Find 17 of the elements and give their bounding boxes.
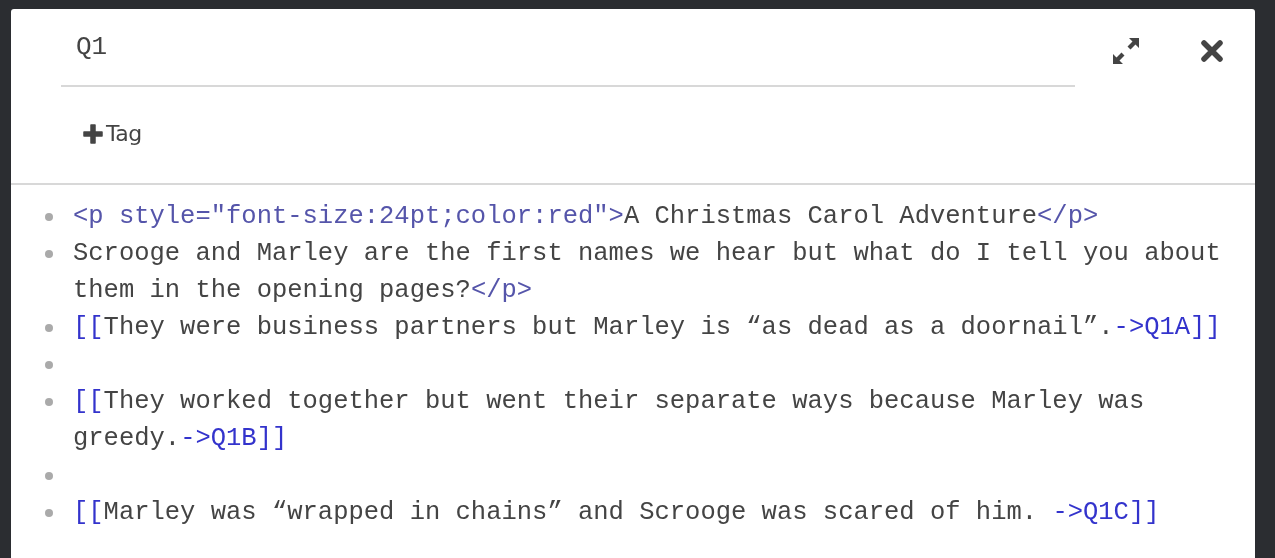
code-line: [[They were business partners but Marley is “as dead as a doornail”.->Q1A]] — [73, 312, 1222, 344]
add-tag-button[interactable]: Tag — [71, 117, 154, 150]
bullet-icon — [45, 324, 53, 332]
close-icon[interactable] — [1200, 39, 1224, 63]
bullet-icon — [45, 361, 53, 369]
bullet-icon — [45, 398, 53, 406]
bullet-icon — [45, 472, 53, 480]
code-line: <p style="font-size:24pt;color:red">A Christmas Carol Adventure</p> — [73, 201, 1100, 233]
code-line: [[They worked together but went their separate ways because Marley was greedy.->Q1B]] — [73, 386, 1146, 455]
code-line: Scrooge and Marley are the first names we hear but what do I tell you about them in the opening pages?</p> — [73, 238, 1222, 307]
plus-icon — [83, 123, 103, 144]
bullet-icon — [45, 213, 53, 221]
bullet-icon — [45, 250, 53, 258]
bullet-icon — [45, 509, 53, 517]
passage-name-field[interactable]: Q1 — [61, 9, 1075, 87]
expand-icon[interactable] — [1112, 37, 1140, 65]
code-line: [[Marley was “wrapped in chains” and Scrooge was scared of him. ->Q1C]] — [73, 497, 1161, 529]
